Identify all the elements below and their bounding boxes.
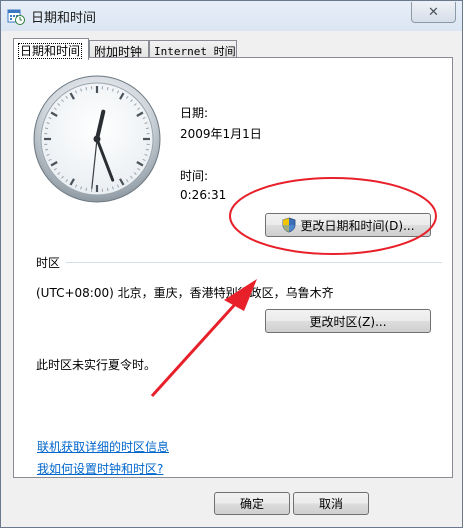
section-divider: [66, 262, 442, 263]
time-label: 时间:: [180, 169, 209, 183]
cancel-label: 取消: [318, 497, 343, 511]
tab-date-time[interactable]: 日期和时间: [13, 38, 89, 60]
analog-clock: [33, 75, 161, 203]
ok-label: 确定: [239, 497, 264, 511]
timezone-value: (UTC+08:00) 北京，重庆，香港特别行政区，乌鲁木齐: [36, 286, 334, 300]
minute-tick: [145, 148, 149, 151]
date-label: 日期:: [180, 106, 209, 120]
close-button[interactable]: ✕: [411, 2, 456, 23]
how-to-set-clock-link[interactable]: 我如何设置时钟和时区?: [37, 460, 163, 477]
title-bar[interactable]: 日期和时间 ✕: [1, 1, 462, 31]
calendar-clock-icon: [7, 9, 25, 25]
tab-panel: 日期: 2009年1月1日 时间: 0:26:31 更改日期和时间(D)... …: [13, 57, 453, 478]
minute-tick: [45, 148, 49, 151]
dst-note: 此时区未实行夏令时。: [36, 358, 157, 372]
minute-tick: [106, 87, 109, 91]
minute-tick: [85, 187, 88, 191]
change-date-time-label: 更改日期和时间(D)...: [300, 218, 415, 233]
date-value: 2009年1月1日: [180, 127, 262, 141]
time-value: 0:26:31: [180, 188, 227, 202]
timezone-section-label: 时区: [36, 256, 61, 270]
minute-tick: [145, 127, 149, 130]
close-icon: ✕: [428, 4, 439, 20]
timezone-info-link[interactable]: 联机获取详细的时区信息: [37, 438, 169, 455]
minute-tick: [85, 87, 88, 91]
tab-additional-clocks[interactable]: 附加时钟: [89, 40, 149, 59]
tab-internet-time[interactable]: Internet 时间: [149, 40, 237, 58]
change-timezone-button[interactable]: 更改时区(Z)...: [265, 309, 431, 333]
change-date-time-button[interactable]: 更改日期和时间(D)...: [265, 213, 431, 237]
minute-tick: [45, 127, 49, 130]
uac-shield-icon: [283, 217, 296, 233]
window-title: 日期和时间: [31, 11, 97, 26]
ok-button[interactable]: 确定: [214, 492, 290, 515]
cancel-button[interactable]: 取消: [293, 492, 369, 515]
date-time-dialog: 日期和时间 ✕ 日期和时间 附加时钟 Internet 时间 日期: 2009年…: [0, 0, 463, 528]
tab-label: 日期和时间: [18, 43, 83, 59]
minute-tick: [106, 187, 109, 191]
change-timezone-label: 更改时区(Z)...: [309, 314, 387, 329]
